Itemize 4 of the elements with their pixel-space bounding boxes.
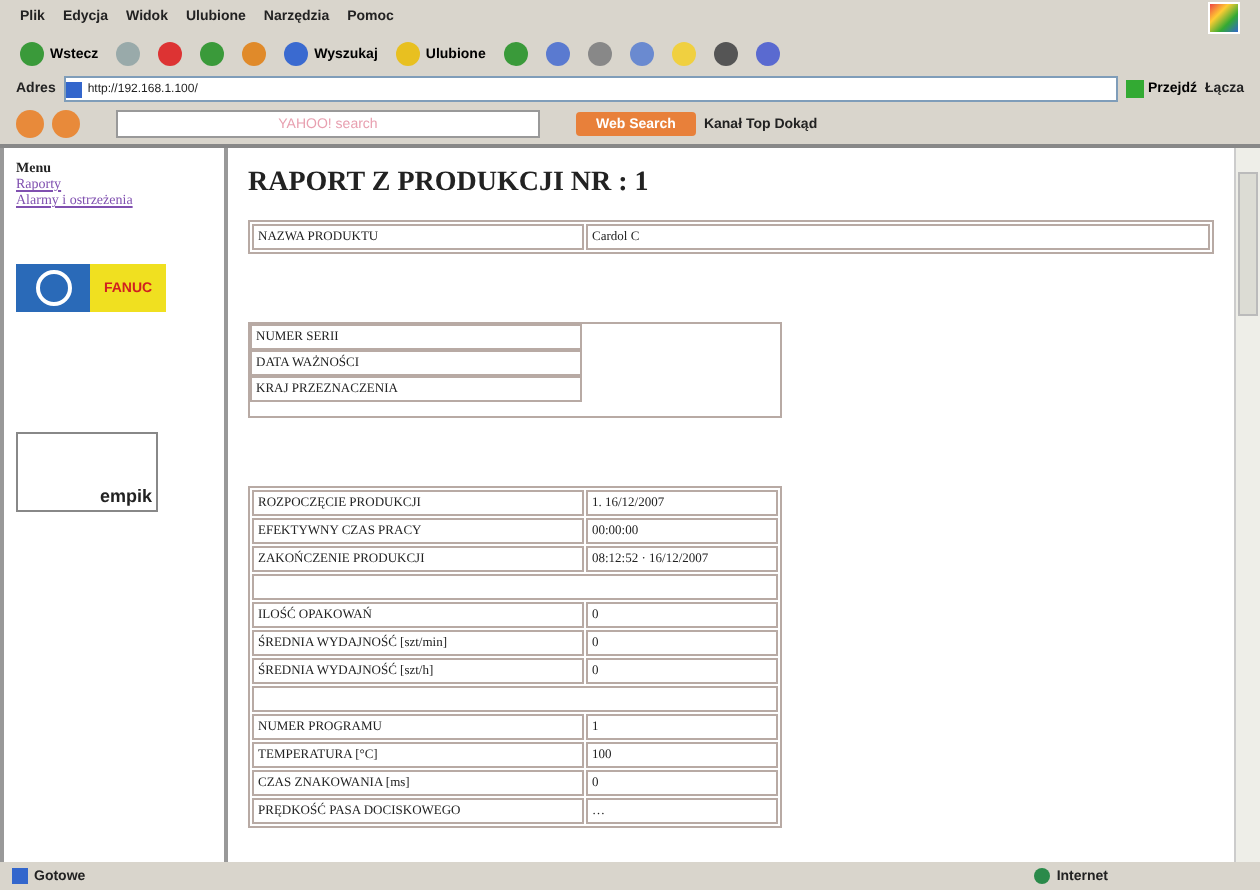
windows-logo-icon xyxy=(1208,1,1240,33)
logo: empik xyxy=(16,432,158,512)
scrollbar[interactable] xyxy=(1234,148,1260,862)
report-title: RAPORT Z PRODUKCJI NR : 1 xyxy=(248,168,651,200)
